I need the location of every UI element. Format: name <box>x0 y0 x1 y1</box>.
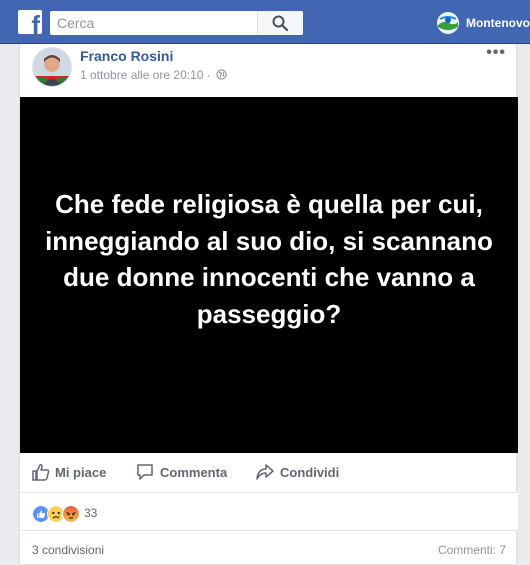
profile-name: Montenovo <box>466 16 530 30</box>
post-image-text: Che fede religiosa è quella per cui, inn… <box>45 189 493 329</box>
search-box <box>50 11 303 35</box>
post-image[interactable]: Che fede religiosa è quella per cui, inn… <box>20 97 518 453</box>
share-label: Condividi <box>280 465 340 480</box>
share-icon <box>256 464 274 480</box>
search-icon <box>272 15 288 31</box>
reactions-count: 33 <box>84 506 98 520</box>
profile-avatar-icon <box>437 12 459 34</box>
author-avatar[interactable] <box>32 47 72 87</box>
facebook-logo-icon[interactable]: f <box>18 10 42 34</box>
reactions-summary[interactable]: 33 <box>20 493 518 531</box>
shares-count-link[interactable]: 3 condivisioni <box>32 543 104 557</box>
author-name[interactable]: Franco Rosini <box>80 48 173 64</box>
angry-icon <box>62 505 80 523</box>
post-meta: 1 ottobre alle ore 20:10 · <box>80 68 227 82</box>
comments-count-link[interactable]: Commenti: 7 <box>438 543 506 557</box>
thumbs-up-icon <box>32 464 50 481</box>
post-timestamp[interactable]: 1 ottobre alle ore 20:10 <box>80 68 203 82</box>
post-stats: 3 condivisioni Commenti: 7 <box>20 531 518 565</box>
globe-icon[interactable] <box>216 69 227 80</box>
search-button[interactable] <box>257 11 303 35</box>
meta-separator: · <box>206 68 211 82</box>
post-actions-bar: Mi piace Commenta Condividi <box>20 453 518 493</box>
comment-label: Commenta <box>160 465 228 480</box>
person-avatar-icon <box>33 48 71 86</box>
comment-icon <box>137 464 153 480</box>
like-label: Mi piace <box>55 465 107 480</box>
search-input[interactable] <box>50 11 255 35</box>
post-options-button[interactable]: ••• <box>486 44 506 62</box>
top-navigation-bar: f Montenovo <box>0 0 530 44</box>
post-card: Franco Rosini 1 ottobre alle ore 20:10 ·… <box>19 44 518 565</box>
